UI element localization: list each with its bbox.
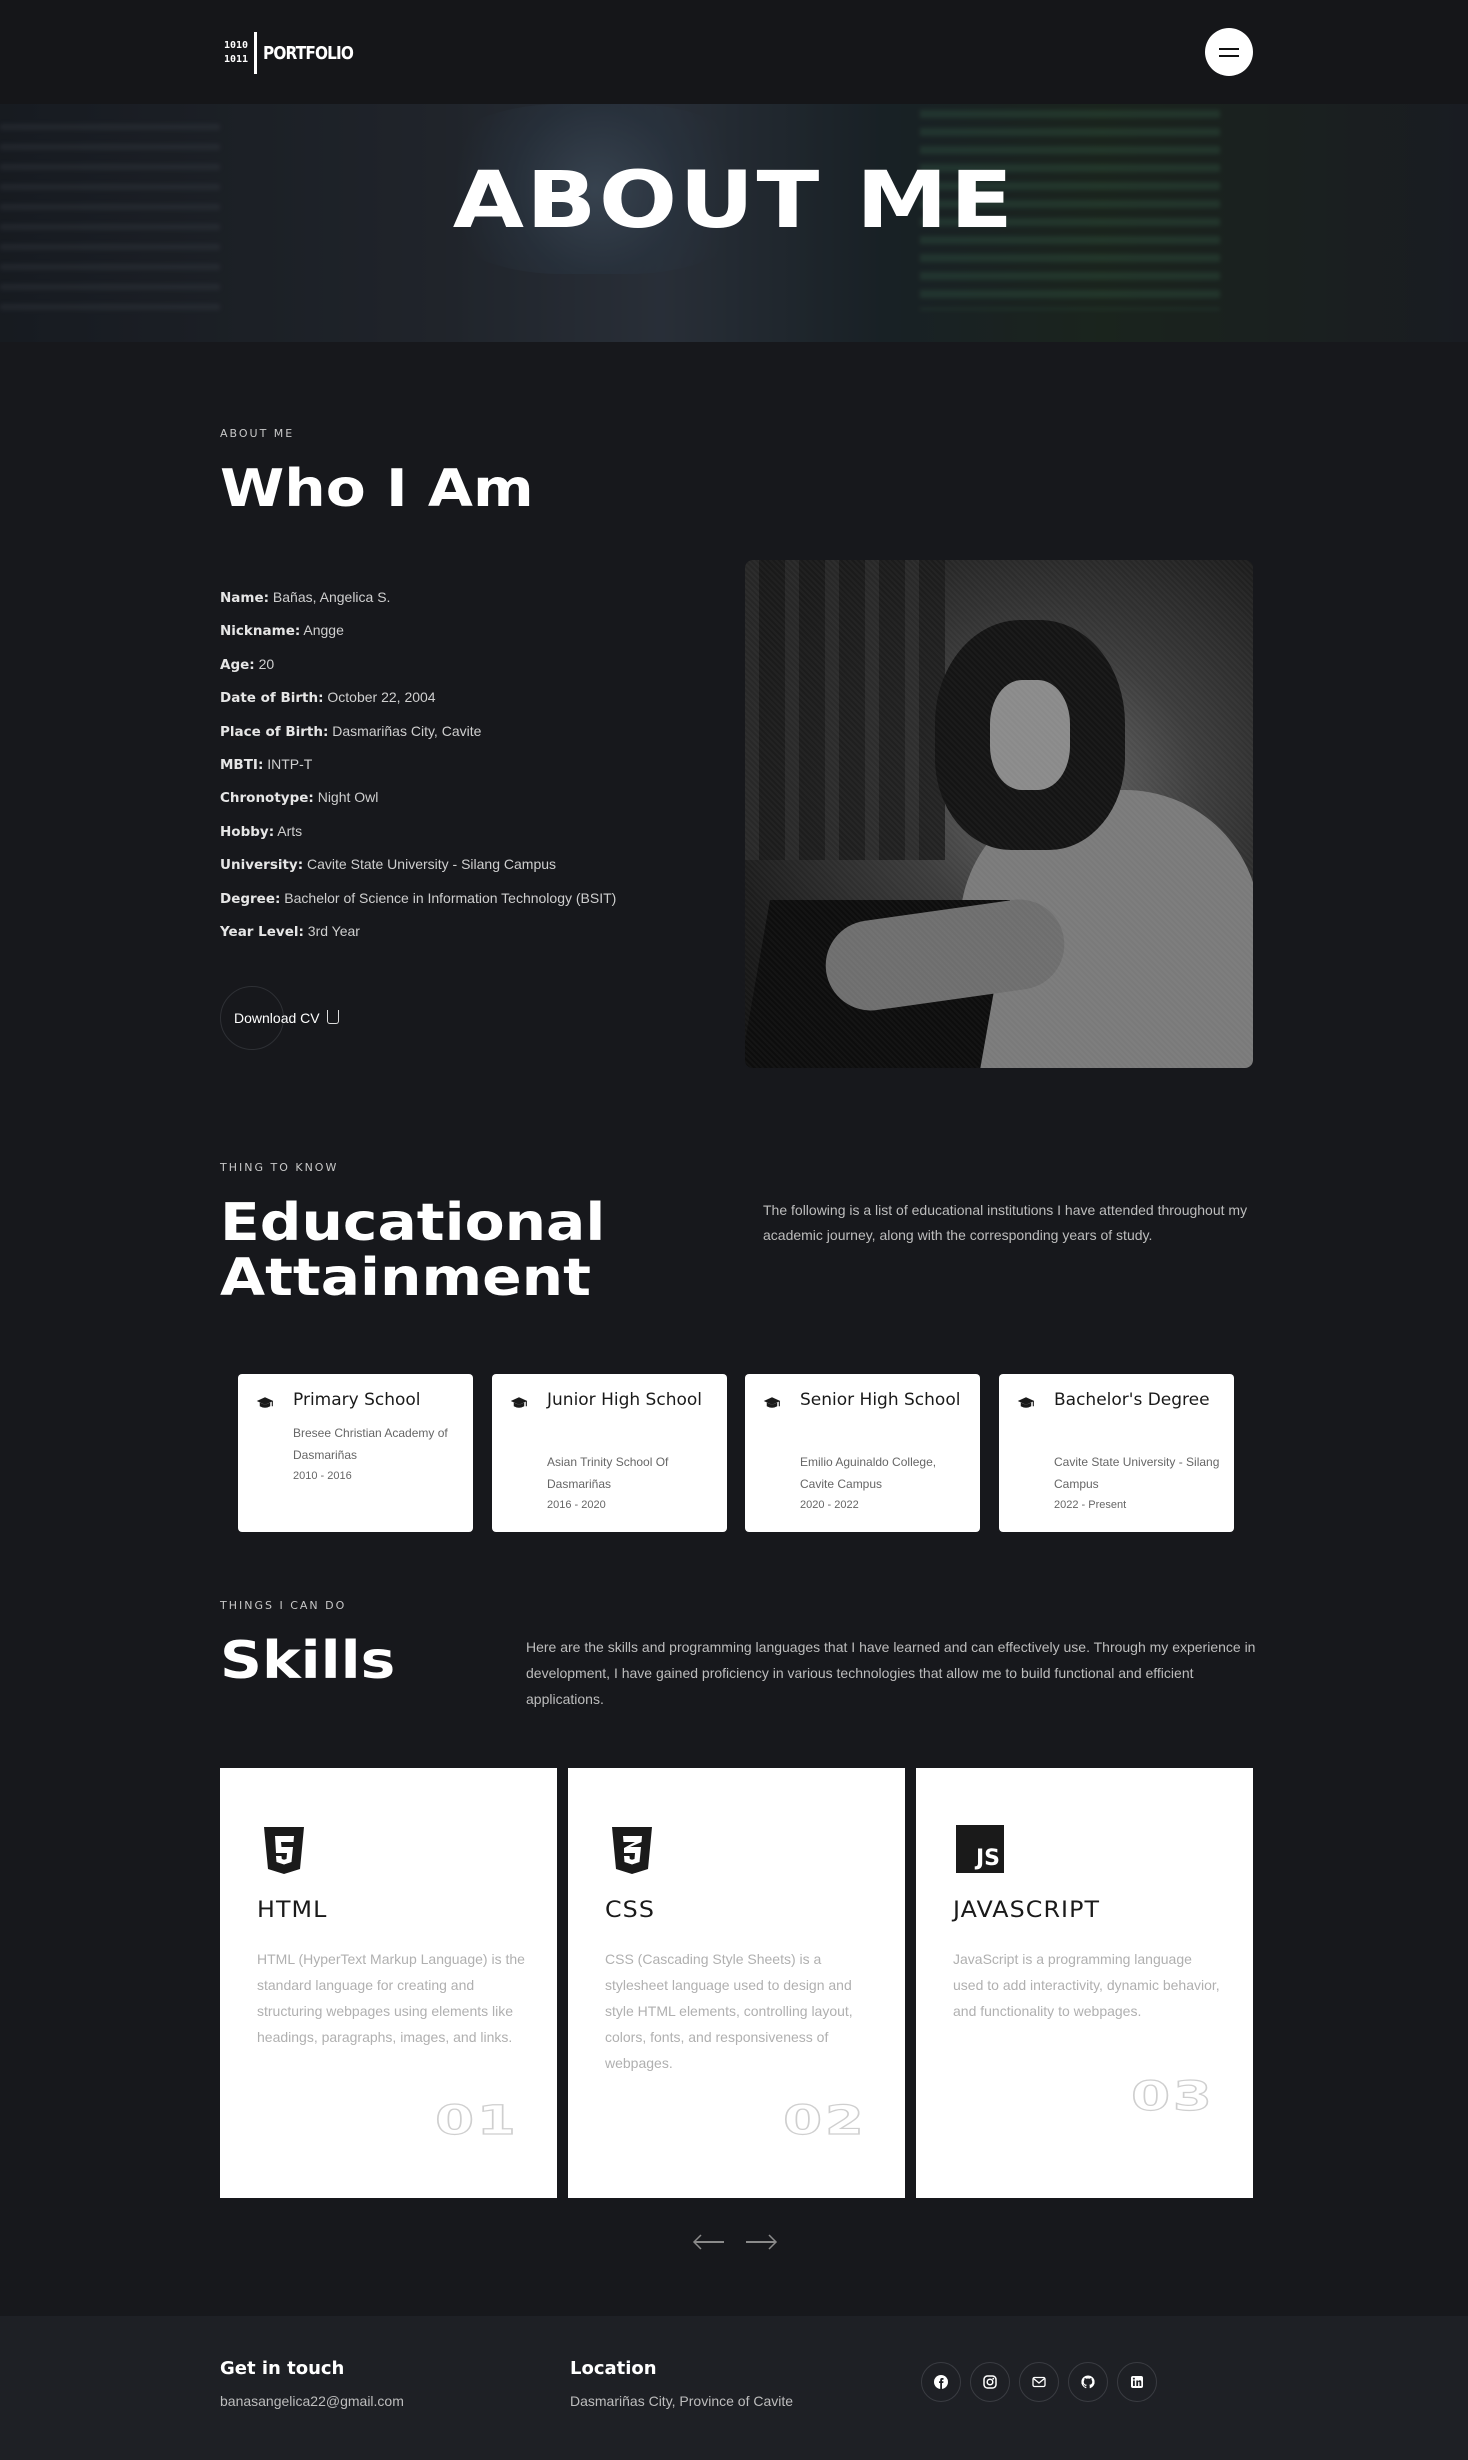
logo-binary: 1010 1011 xyxy=(224,40,249,65)
education-card: Junior High School Asian Trinity School … xyxy=(492,1374,727,1532)
education-card-title: Bachelor's Degree xyxy=(1054,1390,1210,1410)
education-card-title: Junior High School xyxy=(547,1390,702,1410)
education-card-school: Emilio Aguinaldo College, Cavite Campus xyxy=(800,1455,937,1491)
logo-divider xyxy=(254,32,258,74)
skill-card-javascript: JS JAVASCRIPT JavaScript is a programmin… xyxy=(916,1768,1253,2198)
footer-email[interactable]: banasangelica22@gmail.com xyxy=(220,2393,404,2409)
skill-description: CSS (Cascading Style Sheets) is a styles… xyxy=(605,1951,853,2071)
github-icon xyxy=(1081,2375,1095,2389)
skill-card-html: HTML HTML (HyperText Markup Language) is… xyxy=(220,1768,557,2198)
info-row: University: Cavite State University - Si… xyxy=(220,856,557,874)
education-eyebrow: THING TO KNOW xyxy=(220,1161,339,1174)
portfolio-logo[interactable]: 1010 1011 PORTFOLIO xyxy=(224,32,369,74)
logo-text: PORTFOLIO xyxy=(263,42,354,64)
education-title-line2: Attainment xyxy=(220,1248,591,1308)
top-navbar: 1010 1011 PORTFOLIO xyxy=(0,0,1468,104)
education-card-title: Primary School xyxy=(293,1390,421,1410)
info-row: Nickname: Angge xyxy=(220,622,344,640)
skill-number: 02 xyxy=(783,2097,867,2144)
education-card-years: 2022 - Present xyxy=(1054,1499,1127,1511)
info-row: Place of Birth: Dasmariñas City, Cavite xyxy=(220,722,482,740)
arrow-left-icon xyxy=(692,2234,702,2250)
download-icon[interactable] xyxy=(327,1010,339,1024)
info-row: Year Level: 3rd Year xyxy=(220,922,360,940)
skill-name: HTML xyxy=(257,1898,328,1923)
education-card: Bachelor's Degree Cavite State Universit… xyxy=(999,1374,1234,1532)
education-card-years: 2016 - 2020 xyxy=(547,1499,606,1511)
education-description: The following is a list of educational i… xyxy=(763,1202,1248,1243)
menu-line xyxy=(1219,55,1239,57)
skill-name: JAVASCRIPT xyxy=(953,1898,1101,1923)
skill-number: 03 xyxy=(1131,2073,1215,2120)
about-eyebrow: ABOUT ME xyxy=(220,427,295,440)
education-card-school: Asian Trinity School Of Dasmariñas xyxy=(547,1455,669,1491)
instagram-icon xyxy=(983,2375,997,2389)
footer xyxy=(0,2316,1468,2460)
info-row: Degree: Bachelor of Science in Informati… xyxy=(220,889,617,907)
skill-number: 01 xyxy=(435,2097,519,2144)
info-row: Chronotype: Night Owl xyxy=(220,789,379,807)
graduation-cap-icon xyxy=(1017,1397,1035,1408)
linkedin-icon xyxy=(1131,2376,1143,2388)
skill-card-css: CSS CSS (Cascading Style Sheets) is a st… xyxy=(568,1768,905,2198)
info-row: Date of Birth: October 22, 2004 xyxy=(220,689,436,707)
mail-icon xyxy=(1032,2376,1046,2388)
css3-icon xyxy=(612,1827,652,1874)
graduation-cap-icon xyxy=(256,1397,274,1408)
education-card: Primary School Bresee Christian Academy … xyxy=(238,1374,473,1532)
facebook-icon xyxy=(934,2375,948,2389)
footer-location: Dasmariñas City, Province of Cavite xyxy=(570,2393,794,2409)
skills-eyebrow: THINGS I CAN DO xyxy=(220,1599,347,1612)
info-row: Name: Bañas, Angelica S. xyxy=(220,589,391,606)
education-card-school: Bresee Christian Academy of Dasmariñas xyxy=(293,1426,448,1462)
personal-info-list: Name: Bañas, Angelica S. Nickname: Angge… xyxy=(220,589,616,956)
arrow-right-icon xyxy=(768,2234,778,2250)
html5-icon xyxy=(264,1827,304,1874)
skill-name: CSS xyxy=(605,1898,656,1923)
skills-description: Here are the skills and programming lang… xyxy=(526,1639,1256,1707)
footer-location-title: Location xyxy=(570,2358,657,2379)
education-card-title: Senior High School xyxy=(800,1390,961,1410)
menu-line xyxy=(1219,48,1239,50)
info-row: Age: 20 xyxy=(220,655,275,673)
education-card-years: 2020 - 2022 xyxy=(800,1499,859,1511)
education-card-school: Cavite State University - Silang Campus xyxy=(1054,1455,1220,1491)
footer-contact-title: Get in touch xyxy=(220,2358,345,2379)
facebook-link[interactable] xyxy=(921,2362,961,2402)
github-link[interactable] xyxy=(1068,2362,1108,2402)
hamburger-menu-button[interactable] xyxy=(1205,28,1253,76)
education-card: Senior High School Emilio Aguinaldo Coll… xyxy=(745,1374,980,1532)
skills-title: Skills xyxy=(220,1631,396,1691)
education-title-line1: Educational xyxy=(220,1193,606,1253)
carousel-prev-arrow[interactable] xyxy=(692,2230,728,2254)
profile-photo xyxy=(745,560,1253,1068)
graduation-cap-icon xyxy=(763,1397,781,1408)
hero-title: ABOUT ME xyxy=(452,156,1016,246)
download-cv-label[interactable]: Download CV xyxy=(234,1010,320,1026)
email-link[interactable] xyxy=(1019,2362,1059,2402)
skill-description: HTML (HyperText Markup Language) is the … xyxy=(257,1951,525,2045)
hero-banner: ABOUT ME xyxy=(0,104,1468,342)
carousel-next-arrow[interactable] xyxy=(744,2230,780,2254)
linkedin-link[interactable] xyxy=(1117,2362,1157,2402)
skill-description: JavaScript is a programming language use… xyxy=(953,1951,1220,2019)
graduation-cap-icon xyxy=(510,1397,528,1408)
info-row: MBTI: INTP-T xyxy=(220,755,313,773)
info-row: Hobby: Arts xyxy=(220,822,303,840)
instagram-link[interactable] xyxy=(970,2362,1010,2402)
javascript-icon: JS xyxy=(956,1825,1004,1873)
education-card-years: 2010 - 2016 xyxy=(293,1470,352,1482)
about-title: Who I Am xyxy=(220,459,534,519)
